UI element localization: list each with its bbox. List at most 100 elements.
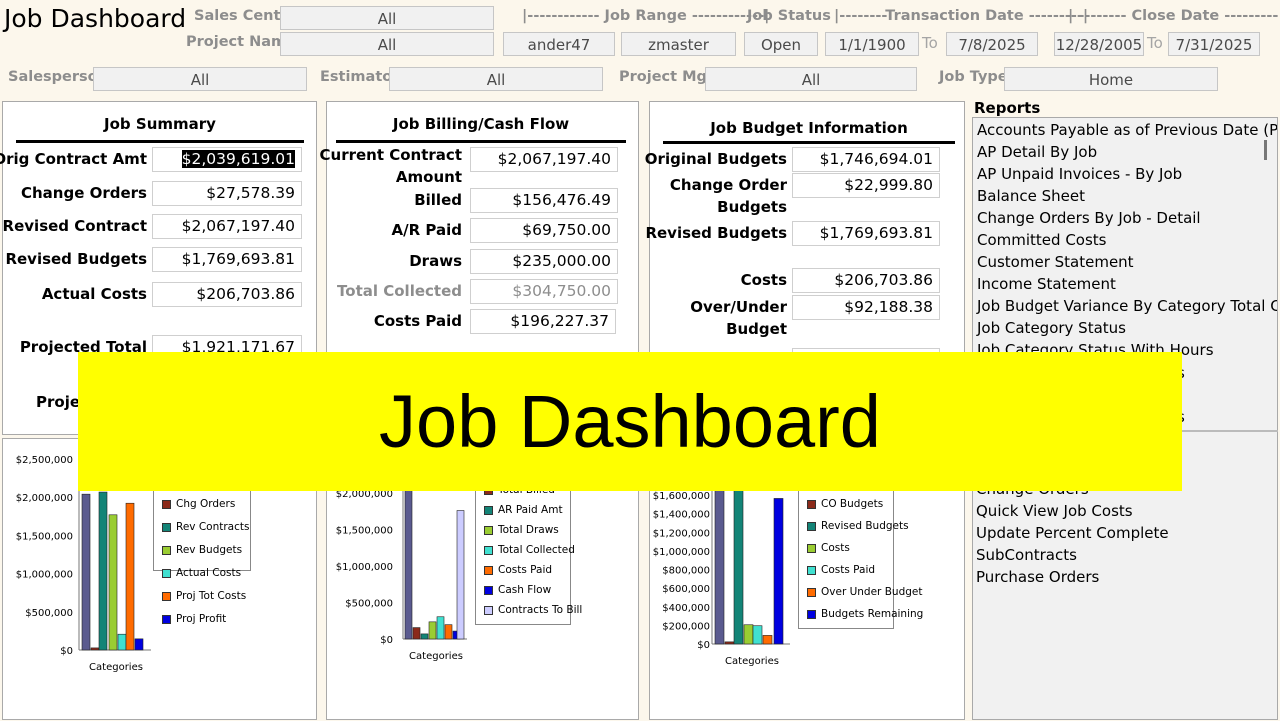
job-range-to-input[interactable]: zmaster [621,32,736,56]
utility-item[interactable]: Update Percent Complete [976,524,1169,542]
chart-bar [752,625,763,645]
report-item[interactable]: Job Budget Variance By Category Total Co… [977,297,1277,315]
ar-paid-label: A/R Paid [391,221,462,239]
report-item[interactable]: Income Statement [977,275,1116,293]
legend-2: Total BilledAR Paid AmtTotal DrawsTotal … [475,479,582,625]
report-item[interactable]: Change Orders By Job - Detail [977,209,1201,227]
current-contract-value[interactable]: $2,067,197.40 [470,147,618,172]
legend-label: Over Under Budget [821,586,923,598]
report-item[interactable]: Committed Costs [977,231,1107,249]
orig-contract-label: Orig Contract Amt [0,150,147,168]
legend-label: Rev Contracts [176,521,250,533]
original-budgets-label: Original Budgets [644,150,787,168]
transaction-date-from-input[interactable]: 1/1/1900 [825,32,919,56]
orig-contract-value[interactable]: $2,039,619.01 [152,147,302,172]
over-under-label-2: Budget [726,320,787,338]
y-tick-label: $1,500,000 [336,526,393,537]
job-status-select[interactable]: Open [744,32,818,56]
co-budgets-label-2: Budgets [717,198,787,216]
legend-item: Over Under Budget [807,586,922,598]
chart-bar [108,514,118,651]
legend-label: Proj Tot Costs [176,590,247,602]
close-date-from-input[interactable]: 12/28/2005 [1054,32,1144,56]
legend-3: CO Budgets Revised Budgets Costs Costs Paid… [798,489,923,629]
job-billing-title: Job Billing/Cash Flow [336,115,626,143]
legend-label: Contracts To Bill [498,604,583,616]
legend-label: CO Budgets [821,498,884,510]
utility-item[interactable]: Purchase Orders [976,568,1099,586]
utility-item[interactable]: SubContracts [976,546,1077,564]
over-under-value[interactable]: $92,188.38 [792,295,940,320]
y-tick-label: $0 [60,646,73,657]
costs-value[interactable]: $206,703.86 [792,268,940,293]
legend-item: Contracts To Bill [484,604,582,616]
y-tick-label: $500,000 [25,608,73,619]
y-tick-label: $1,500,000 [16,531,73,542]
transaction-date-label: |--------Transaction Date ---------| [834,8,1089,24]
x-axis-label: Categories [409,651,463,662]
chart-bar [412,627,421,640]
y-tick-label: $0 [697,640,710,651]
legend-swatch [807,565,816,575]
y-tick-label: $1,000,000 [653,547,710,558]
report-item[interactable]: AP Detail By Job [977,143,1097,161]
legend-item: Costs Paid [807,564,875,576]
revised-contract-value[interactable]: $2,067,197.40 [152,214,302,239]
transaction-date-to-input[interactable]: 7/8/2025 [946,32,1038,56]
over-under-label: Over/Under [690,298,787,316]
total-collected-value: $304,750.00 [470,279,618,304]
sales-center-select[interactable]: All [280,6,494,30]
actual-costs-value[interactable]: $206,703.86 [152,282,302,307]
legend-swatch [484,525,493,535]
report-item[interactable]: Job Category Status [977,319,1126,337]
x-axis-label: Categories [725,656,779,667]
legend-item: Cash Flow [484,584,551,596]
legend-label: Proj Profit [176,613,227,625]
change-orders-value[interactable]: $27,578.39 [152,181,302,206]
legend-item: Rev Budgets [162,544,242,556]
reports-scrollbar[interactable] [1264,140,1267,160]
costs-paid-value[interactable]: $196,227.37 [470,309,616,334]
revised-budgets-value[interactable]: $1,769,693.81 [152,247,302,272]
co-budgets-value[interactable]: $22,999.80 [792,173,940,198]
job-type-select[interactable]: Home [1004,67,1218,91]
legend-item: Budgets Remaining [807,608,923,620]
legend-swatch [162,614,171,624]
y-tick-label: $1,000,000 [16,570,73,581]
costs-paid-label: Costs Paid [373,312,462,330]
total-collected-label: Total Collected [337,282,462,300]
chart-bar [125,502,135,651]
project-name-select[interactable]: All [280,32,494,56]
project-mgr-label: Project Mgr [619,69,715,85]
transaction-to-label: To [922,34,938,52]
legend-swatch [484,605,493,615]
job-summary-title: Job Summary [16,115,304,143]
report-item[interactable]: AP Unpaid Invoices - By Job [977,165,1182,183]
y-tick-label: $1,400,000 [653,510,710,521]
close-date-to-input[interactable]: 7/31/2025 [1168,32,1260,56]
actual-costs-label: Actual Costs [41,285,147,303]
legend-swatch [484,565,493,575]
report-item[interactable]: Customer Statement [977,253,1134,271]
estimator-select[interactable]: All [389,67,603,91]
billed-value[interactable]: $156,476.49 [470,188,618,213]
ar-paid-value[interactable]: $69,750.00 [470,218,618,243]
report-item[interactable]: Accounts Payable as of Previous Date (Po… [977,121,1277,139]
legend-item: AR Paid Amt [484,504,563,516]
salesperson-select[interactable]: All [93,67,307,91]
utility-item[interactable]: Quick View Job Costs [976,502,1133,520]
job-range-from-input[interactable]: ander47 [503,32,615,56]
draws-value[interactable]: $235,000.00 [470,249,618,274]
close-to-label: To [1147,34,1163,52]
job-budget-title: Job Budget Information [663,119,955,144]
legend-item: Actual Costs [162,567,241,579]
y-tick-label: $200,000 [662,621,710,632]
chart-bar [724,641,735,645]
chart-bar [81,493,91,651]
report-item[interactable]: Balance Sheet [977,187,1085,205]
y-tick-label: $800,000 [662,566,710,577]
revised-budgets-2-value[interactable]: $1,769,693.81 [792,221,940,246]
original-budgets-value[interactable]: $1,746,694.01 [792,147,940,172]
legend-item: Costs Paid [484,564,552,576]
project-mgr-select[interactable]: All [705,67,917,91]
